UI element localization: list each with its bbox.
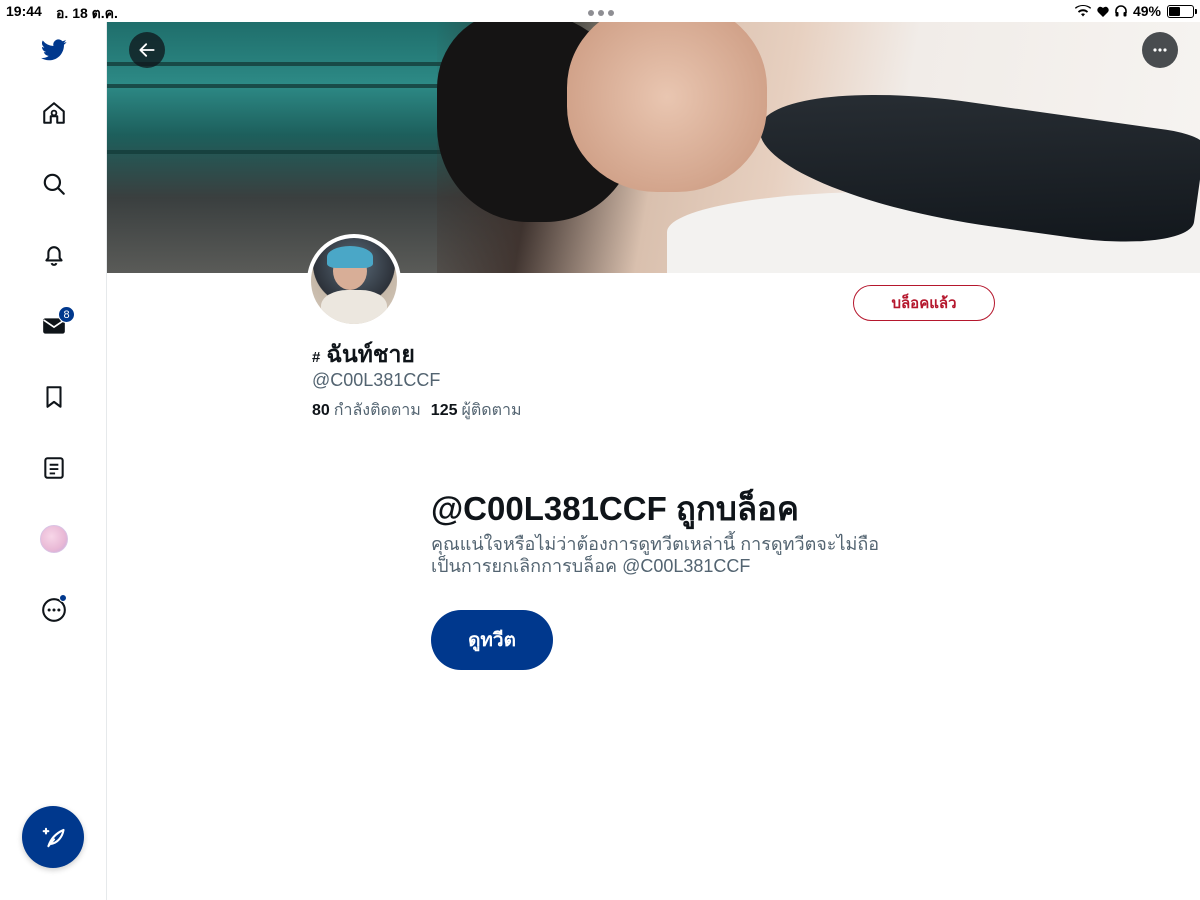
twitter-logo[interactable]	[34, 30, 74, 70]
twitter-bird-icon	[41, 39, 67, 61]
blocked-notice-description: คุณแน่ใจหรือไม่ว่าต้องการดูทวีตเหล่านี้ …	[431, 534, 880, 576]
blocked-button[interactable]: บล็อคแล้ว	[853, 285, 995, 321]
follow-stats: 80 กำลังติดตาม 125 ผู้ติดตาม	[312, 398, 522, 423]
compose-icon	[42, 827, 65, 848]
followers-link[interactable]: 125 ผู้ติดตาม	[431, 398, 522, 423]
status-bar: 19:44 อ. 18 ต.ค. 49%	[0, 0, 1200, 22]
arrow-left-icon	[139, 43, 155, 57]
ellipsis-icon	[1153, 48, 1167, 52]
sidebar-item-explore[interactable]	[34, 164, 74, 204]
heart-icon	[1097, 6, 1109, 17]
followers-label: ผู้ติดตาม	[461, 402, 522, 419]
display-name-text: ฉันท์ชาย	[326, 341, 415, 367]
following-label: กำลังติดตาม	[333, 402, 421, 419]
following-link[interactable]: 80 กำลังติดตาม	[312, 398, 421, 423]
profile-handle: @C00L381CCF	[312, 370, 441, 390]
lists-icon	[44, 457, 64, 479]
account-avatar	[40, 525, 68, 553]
followers-count: 125	[430, 402, 458, 419]
sidebar-item-messages[interactable]: 8	[34, 306, 75, 346]
profile-display-name: # ฉันท์ชาย	[312, 337, 415, 373]
sidebar-item-bookmarks[interactable]	[34, 377, 74, 417]
bell-icon	[45, 246, 63, 266]
view-tweets-button[interactable]: ดูทวีต	[431, 610, 553, 670]
blocked-notice-title: @C00L381CCF ถูกบล็อค	[431, 490, 799, 527]
following-count: 80	[312, 402, 330, 419]
sidebar-item-home[interactable]	[34, 93, 74, 133]
wifi-icon	[1074, 5, 1091, 17]
profile-avatar-photo	[311, 238, 397, 324]
compose-tweet-button[interactable]	[22, 806, 84, 868]
sidebar-item-more[interactable]	[34, 590, 74, 630]
profile-banner[interactable]	[107, 22, 1200, 273]
name-prefix: #	[312, 349, 321, 366]
more-dot-badge	[59, 594, 67, 602]
bookmark-icon	[46, 386, 62, 408]
search-icon	[43, 173, 65, 195]
banner-photo-face	[567, 22, 767, 192]
back-button[interactable]	[129, 32, 165, 68]
sidebar-item-lists[interactable]	[34, 448, 74, 488]
profile-avatar[interactable]	[307, 234, 401, 328]
messages-badge: 8	[58, 306, 75, 323]
headphones-icon	[1115, 5, 1127, 17]
sidebar-item-account[interactable]	[34, 519, 74, 559]
battery-icon	[1167, 4, 1197, 18]
battery-percent: 49%	[1132, 3, 1161, 19]
multitasking-dots[interactable]	[588, 10, 614, 16]
sidebar-nav: 8	[0, 22, 107, 900]
more-options-button[interactable]	[1142, 32, 1178, 68]
status-right: 49%	[1074, 3, 1197, 19]
sidebar-item-notifications[interactable]	[34, 235, 74, 275]
status-time: 19:44	[6, 3, 42, 19]
home-icon	[43, 102, 65, 124]
